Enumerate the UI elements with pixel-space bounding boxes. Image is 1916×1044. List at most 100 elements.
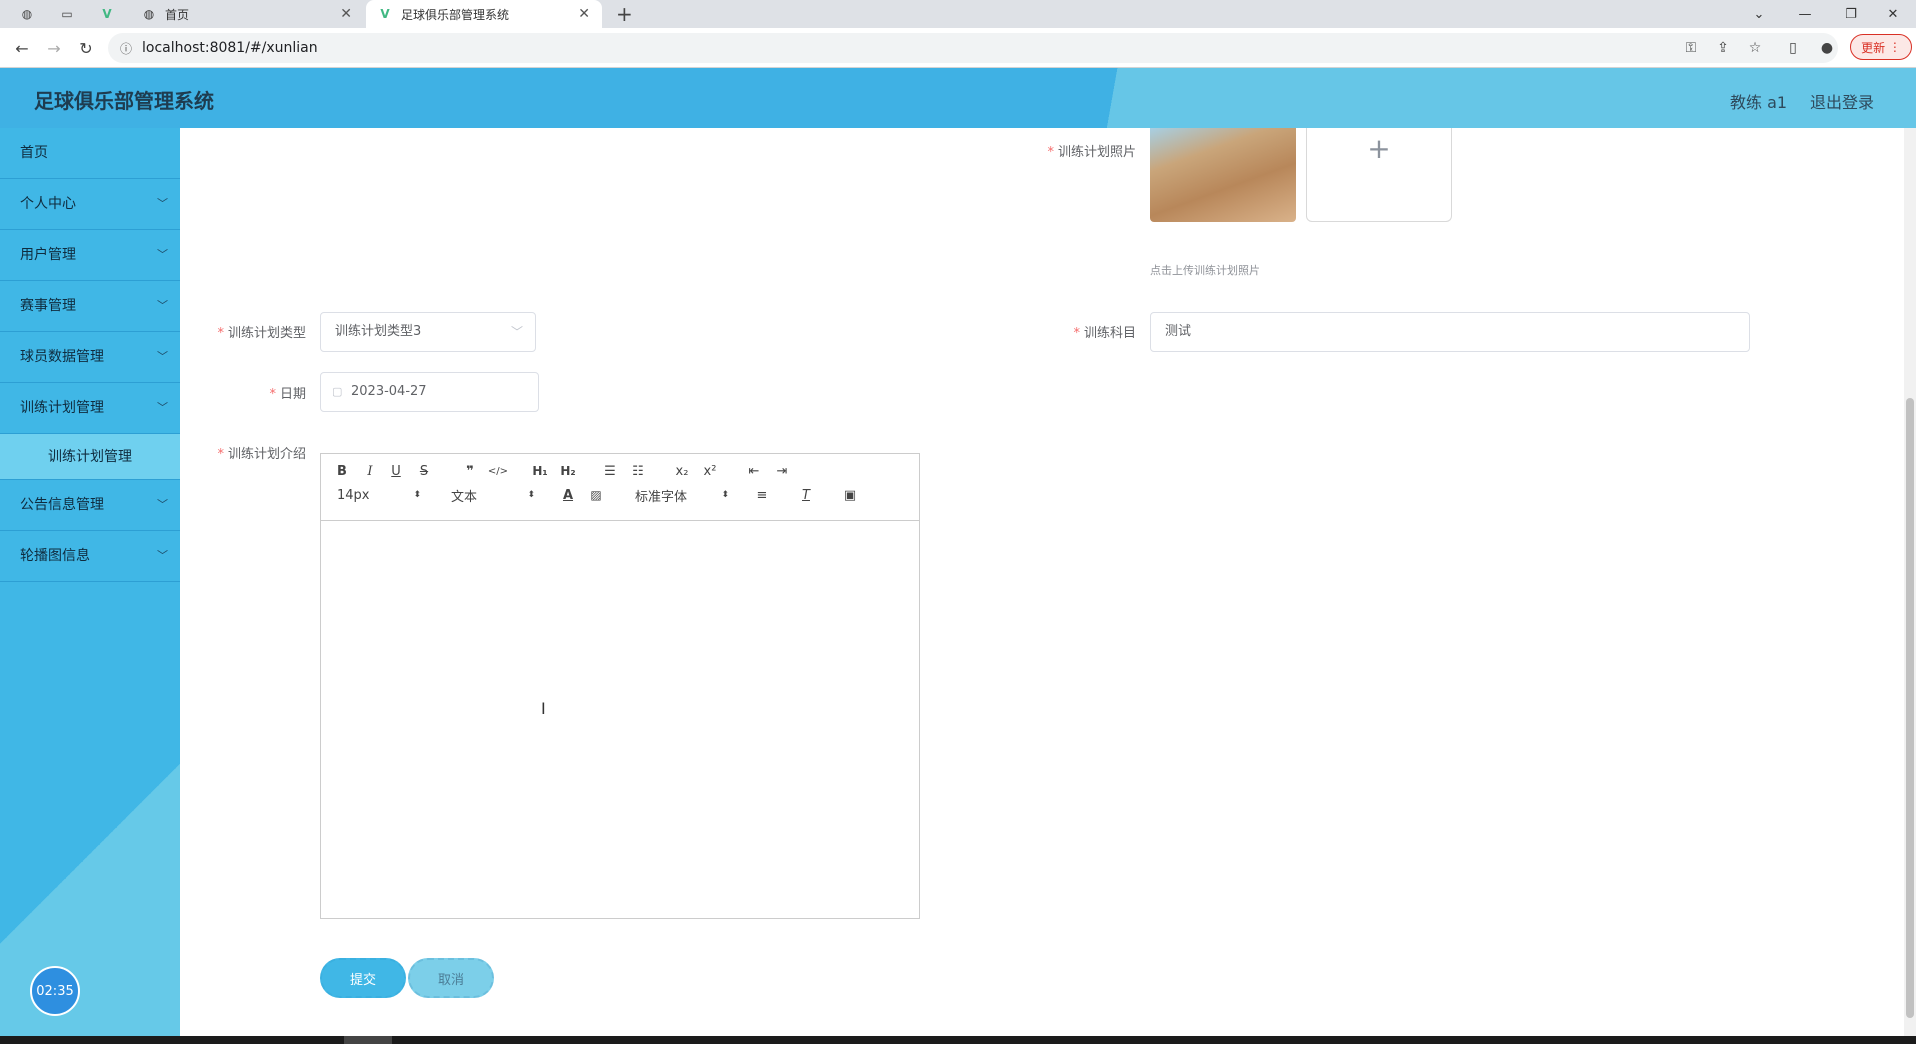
italic-icon[interactable]: I <box>359 462 381 480</box>
required-mark: * <box>217 447 224 462</box>
scrollbar-thumb[interactable] <box>1906 398 1914 1018</box>
header-select[interactable]: 文本 ⬍ <box>451 486 535 505</box>
logout-link[interactable]: 退出登录 <box>1810 89 1874 113</box>
indent-icon[interactable]: ⇥ <box>771 462 793 480</box>
share-icon[interactable]: ⇪ <box>1712 37 1734 59</box>
restore-icon[interactable]: ❐ <box>1828 0 1874 28</box>
text-cursor-icon: I <box>541 699 546 718</box>
chevron-down-icon: ﹀ <box>510 325 523 339</box>
date-label: * 日期 <box>200 383 306 402</box>
calendar-icon: ▢ <box>332 385 343 398</box>
intro-label: * 训练计划介绍 <box>200 443 306 462</box>
new-tab-button[interactable]: + <box>616 2 633 26</box>
sidebar-item-label: 训练计划管理 <box>48 449 132 465</box>
taskbar-item[interactable] <box>344 1036 392 1044</box>
required-mark: * <box>269 387 276 402</box>
current-user: 教练 a1 <box>1730 93 1788 112</box>
align-icon[interactable]: ≡ <box>751 486 773 504</box>
sidebar-item-player-data[interactable]: 球员数据管理 ﹀ <box>0 332 180 383</box>
pinned-tab-globe-icon[interactable]: ◍ <box>16 4 38 24</box>
subject-input-value: 测试 <box>1165 324 1192 339</box>
sidebar-item-personal[interactable]: 个人中心 ﹀ <box>0 179 180 230</box>
sidebar-item-label: 个人中心 <box>20 196 76 212</box>
minimize-icon[interactable]: — <box>1782 0 1828 28</box>
required-mark: * <box>217 326 224 341</box>
font-color-icon[interactable]: A <box>557 486 579 504</box>
tab-home-label: 首页 <box>165 7 190 22</box>
plus-icon: + <box>1367 132 1391 165</box>
superscript-icon[interactable]: x² <box>699 462 721 480</box>
address-bar: ← → ↻ ⓘ localhost:8081/#/xunlian ⚿ ⇪ ☆ ▯… <box>0 28 1916 68</box>
updown-icon: ⬍ <box>721 490 729 500</box>
sidebar-item-home[interactable]: 首页 <box>0 128 180 179</box>
sidebar-item-label: 球员数据管理 <box>20 349 104 365</box>
clock-badge[interactable]: 02:35 <box>30 966 80 1016</box>
pinned-tab-blank-icon[interactable]: ▭ <box>56 4 78 24</box>
close-icon[interactable]: ✕ <box>578 6 590 22</box>
star-icon[interactable]: ☆ <box>1744 37 1766 59</box>
upload-button[interactable]: + <box>1306 128 1452 222</box>
bold-icon[interactable]: B <box>331 462 353 480</box>
type-select-value: 训练计划类型3 <box>335 324 422 339</box>
page-scrollbar[interactable] <box>1904 128 1916 1036</box>
forward-arrow-icon[interactable]: → <box>42 36 66 60</box>
font-family-select[interactable]: 标准字体 ⬍ <box>635 486 729 505</box>
sidebar-item-label: 训练计划管理 <box>20 400 104 416</box>
underline-icon[interactable]: U <box>385 462 407 480</box>
tab-active[interactable]: V 足球俱乐部管理系统 ✕ <box>366 0 602 28</box>
bullet-list-icon[interactable]: ☷ <box>627 462 649 480</box>
url-text: localhost:8081/#/xunlian <box>142 40 318 56</box>
tab-search-chevron-icon[interactable]: ⌄ <box>1736 0 1782 28</box>
pinned-tab-vue-icon[interactable]: V <box>96 4 118 24</box>
heading1-icon[interactable]: H₁ <box>529 462 551 480</box>
subject-input[interactable]: 测试 <box>1150 312 1750 352</box>
clear-format-icon[interactable]: T <box>795 486 817 504</box>
updown-icon: ⬍ <box>413 490 421 500</box>
sidepanel-icon[interactable]: ▯ <box>1782 37 1804 59</box>
background-color-icon[interactable]: ▨ <box>585 486 607 504</box>
sidebar-item-label: 轮播图信息 <box>20 548 90 564</box>
ordered-list-icon[interactable]: ☰ <box>599 462 621 480</box>
back-arrow-icon[interactable]: ← <box>10 36 34 60</box>
font-size-select[interactable]: 14px ⬍ <box>337 486 421 504</box>
sidebar-item-label: 用户管理 <box>20 247 76 263</box>
update-button[interactable]: 更新 ⋮ <box>1850 34 1912 60</box>
updown-icon: ⬍ <box>527 490 535 500</box>
key-icon[interactable]: ⚿ <box>1680 37 1702 59</box>
sidebar-item-carousel[interactable]: 轮播图信息 ﹀ <box>0 531 180 582</box>
editor-content-area[interactable]: I <box>321 521 919 919</box>
submit-button[interactable]: 提交 <box>320 958 406 998</box>
code-block-icon[interactable]: </> <box>487 462 509 480</box>
photo-label-text: 训练计划照片 <box>1057 145 1136 160</box>
window-close-icon[interactable]: ✕ <box>1870 0 1916 28</box>
sidebar-item-label: 公告信息管理 <box>20 497 104 513</box>
sidebar-item-training[interactable]: 训练计划管理 ﹀ <box>0 383 180 434</box>
heading2-icon[interactable]: H₂ <box>557 462 579 480</box>
cancel-button[interactable]: 取消 <box>408 958 494 998</box>
type-label-text: 训练计划类型 <box>227 326 306 341</box>
chevron-down-icon: ﹀ <box>157 299 168 312</box>
uploaded-photo[interactable] <box>1150 128 1296 222</box>
profile-icon[interactable]: ● <box>1816 37 1838 59</box>
os-taskbar <box>0 1036 1916 1044</box>
strike-icon[interactable]: S <box>413 462 435 480</box>
info-icon[interactable]: ⓘ <box>120 40 132 57</box>
type-label: * 训练计划类型 <box>200 322 306 341</box>
required-mark: * <box>1073 326 1080 341</box>
subscript-icon[interactable]: x₂ <box>671 462 693 480</box>
blockquote-icon[interactable]: ❞ <box>459 462 481 480</box>
sidebar-item-matches[interactable]: 赛事管理 ﹀ <box>0 281 180 332</box>
reload-icon[interactable]: ↻ <box>74 36 98 60</box>
sidebar-item-users[interactable]: 用户管理 ﹀ <box>0 230 180 281</box>
tab-home[interactable]: ◍ 首页 ✕ <box>130 0 364 28</box>
sidebar-item-notices[interactable]: 公告信息管理 ﹀ <box>0 480 180 531</box>
type-select[interactable]: 训练计划类型3 ﹀ <box>320 312 536 352</box>
sidebar-subitem-training[interactable]: 训练计划管理 <box>0 434 180 480</box>
chevron-down-icon: ﹀ <box>157 197 168 210</box>
outdent-icon[interactable]: ⇤ <box>743 462 765 480</box>
date-picker[interactable]: ▢ 2023-04-27 <box>320 372 539 412</box>
close-icon[interactable]: ✕ <box>340 6 352 22</box>
image-icon[interactable]: ▣ <box>839 486 861 504</box>
upload-hint: 点击上传训练计划照片 <box>1150 264 1260 277</box>
url-field[interactable]: ⓘ localhost:8081/#/xunlian <box>108 33 1838 63</box>
